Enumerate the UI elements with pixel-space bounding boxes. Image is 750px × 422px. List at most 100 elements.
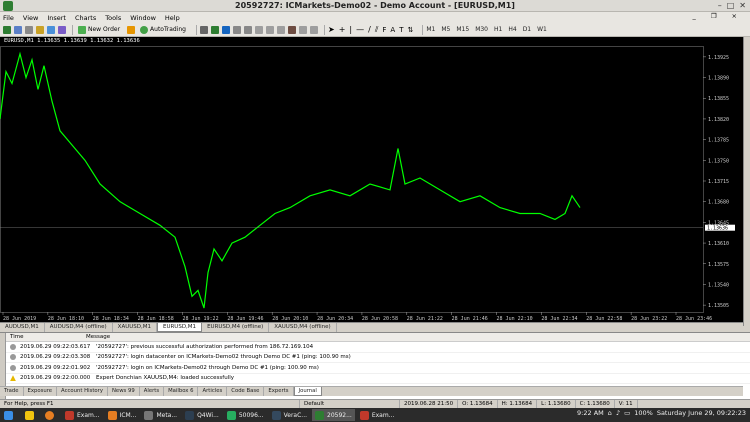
tab-trade[interactable]: Trade	[0, 387, 24, 396]
taskbar-item[interactable]: Exam...	[62, 409, 103, 421]
cursor-icon[interactable]: ➤	[328, 25, 335, 34]
channel-icon[interactable]: ⫽	[375, 25, 379, 35]
chart-tab-xauusd-m4[interactable]: XAUUSD,M4 (offline)	[269, 323, 337, 332]
maximize-icon[interactable]: □	[727, 1, 735, 10]
vertical-line-icon[interactable]: |	[349, 25, 352, 34]
chart-tab-eurusd-m4[interactable]: EURUSD,M4 (offline)	[202, 323, 270, 332]
chart-tab-audusd-m1[interactable]: AUDUSD,M1	[0, 323, 45, 332]
os-taskbar: Exam... ICM... Meta... Q4Wi... 50096... …	[0, 408, 750, 422]
indicators-icon[interactable]	[288, 25, 296, 34]
templates-icon[interactable]	[310, 25, 318, 34]
taskbar-item[interactable]: Meta...	[141, 409, 180, 421]
tab-mailbox[interactable]: Mailbox 6	[164, 387, 199, 396]
tester-icon[interactable]	[58, 25, 66, 34]
journal-row[interactable]: 2019.06.29 09:22:01.902 '20592727': logi…	[6, 363, 750, 374]
menu-charts[interactable]: Charts	[75, 14, 96, 22]
arrows-tool-icon[interactable]: ⇅	[408, 26, 414, 34]
clock[interactable]: 9:22 AM	[577, 409, 604, 417]
menu-file[interactable]: File	[3, 14, 14, 22]
text-tool-icon[interactable]: A	[390, 26, 395, 34]
terminal-icon[interactable]	[47, 25, 55, 34]
tab-experts[interactable]: Experts	[264, 387, 294, 396]
price-label: 1.13785	[708, 138, 729, 144]
tab-code-base[interactable]: Code Base	[227, 387, 265, 396]
price-chart-svg[interactable]: 1.13925 1.13890 1.13855 1.13820 1.13785 1.137…	[0, 46, 750, 322]
periods-icon[interactable]	[299, 25, 307, 34]
new-chart-icon[interactable]	[3, 25, 11, 34]
journal-row[interactable]: 2019.06.29 09:22:03.617 '20592727': prev…	[6, 342, 750, 353]
mdi-close-icon[interactable]: ×	[732, 12, 737, 20]
battery-icon[interactable]: ▭	[624, 409, 630, 417]
trendline-icon[interactable]: /	[368, 25, 371, 34]
navigator-icon[interactable]	[36, 25, 44, 34]
price-label: 1.13820	[708, 117, 729, 123]
quicklaunch-browser[interactable]	[42, 409, 60, 421]
quicklaunch-files[interactable]	[22, 409, 40, 421]
mdi-minimize-icon[interactable]: _	[692, 12, 695, 20]
chart-tab-eurusd-m1[interactable]: EURUSD,M1	[156, 323, 203, 332]
price-label: 1.13750	[708, 158, 729, 164]
taskbar-item[interactable]: 50096...	[224, 409, 267, 421]
volume-icon[interactable]: ♪	[616, 409, 620, 417]
tab-account-history[interactable]: Account History	[57, 387, 108, 396]
menu-window[interactable]: Window	[130, 14, 156, 22]
mdi-restore-icon[interactable]: ❐	[711, 12, 717, 20]
chart-tab-audusd-m4[interactable]: AUDUSD,M4 (offline)	[45, 323, 113, 332]
chart-scrollbar[interactable]	[743, 37, 750, 326]
price-label: 1.13925	[708, 55, 729, 61]
close-icon[interactable]: ✕	[739, 1, 746, 10]
taskbar-item-active[interactable]: 20592...	[312, 409, 355, 421]
zoom-out-icon[interactable]	[244, 25, 252, 34]
info-icon	[10, 364, 16, 371]
zoom-in-icon[interactable]	[233, 25, 241, 34]
taskbar-item[interactable]: VeraC...	[269, 409, 310, 421]
timeframe-h4[interactable]: H4	[508, 26, 516, 33]
app-icon	[359, 410, 369, 420]
label-tool-icon[interactable]: T	[399, 26, 403, 34]
column-time[interactable]: Time	[10, 334, 86, 340]
menu-view[interactable]: View	[23, 14, 38, 22]
menu-help[interactable]: Help	[165, 14, 180, 22]
timeframe-m15[interactable]: M15	[456, 26, 469, 33]
taskbar-item[interactable]: Exam...	[357, 409, 398, 421]
start-menu-icon[interactable]	[0, 409, 20, 421]
tab-exposure[interactable]: Exposure	[24, 387, 58, 396]
column-message[interactable]: Message	[86, 334, 110, 340]
timeframe-d1[interactable]: D1	[523, 26, 531, 33]
journal-row[interactable]: 2019.06.29 09:22:00.000 Expert Donchian …	[6, 374, 750, 384]
autoscroll-icon[interactable]	[266, 25, 274, 34]
autotrading-button[interactable]: AutoTrading	[138, 25, 188, 34]
timeframe-h1[interactable]: H1	[494, 26, 502, 33]
timeframe-w1[interactable]: W1	[537, 26, 547, 33]
price-chart[interactable]: 1.13925 1.13890 1.13855 1.13820 1.13785 1.137…	[0, 46, 750, 322]
crosshair-icon[interactable]: +	[339, 25, 346, 34]
tab-journal[interactable]: Journal	[293, 387, 322, 396]
bar-chart-icon[interactable]	[200, 25, 208, 34]
chart-tab-xauusd-m1[interactable]: XAUUSD,M1	[113, 323, 157, 332]
network-icon[interactable]: ⌂	[608, 409, 612, 417]
new-order-button[interactable]: New Order	[76, 25, 122, 34]
market-watch-icon[interactable]	[25, 25, 33, 34]
timeframe-m30[interactable]: M30	[475, 26, 488, 33]
metaeditor-icon[interactable]	[127, 25, 136, 34]
taskbar-item[interactable]: Q4Wi...	[182, 409, 222, 421]
menu-tools[interactable]: Tools	[105, 14, 121, 22]
line-chart-icon[interactable]	[222, 25, 230, 34]
timeframe-m5[interactable]: M5	[441, 26, 450, 33]
timeframe-m1[interactable]: M1	[426, 26, 435, 33]
app-icon	[3, 1, 13, 11]
tab-news[interactable]: News 99	[108, 387, 140, 396]
taskbar-item[interactable]: ICM...	[105, 409, 140, 421]
minimize-icon[interactable]: –	[718, 1, 722, 10]
fibonacci-icon[interactable]: F	[382, 26, 386, 34]
tab-alerts[interactable]: Alerts	[140, 387, 165, 396]
menu-insert[interactable]: Insert	[47, 14, 66, 22]
tab-articles[interactable]: Articles	[198, 387, 228, 396]
profiles-icon[interactable]	[14, 25, 22, 34]
journal-row[interactable]: 2019.06.29 09:22:03.308 '20592727': logi…	[6, 353, 750, 363]
candlestick-icon[interactable]	[211, 25, 219, 34]
horizontal-line-icon[interactable]: —	[356, 25, 364, 34]
chart-shift-icon[interactable]	[277, 25, 285, 34]
tile-windows-icon[interactable]	[255, 25, 263, 34]
warning-icon	[10, 375, 16, 382]
